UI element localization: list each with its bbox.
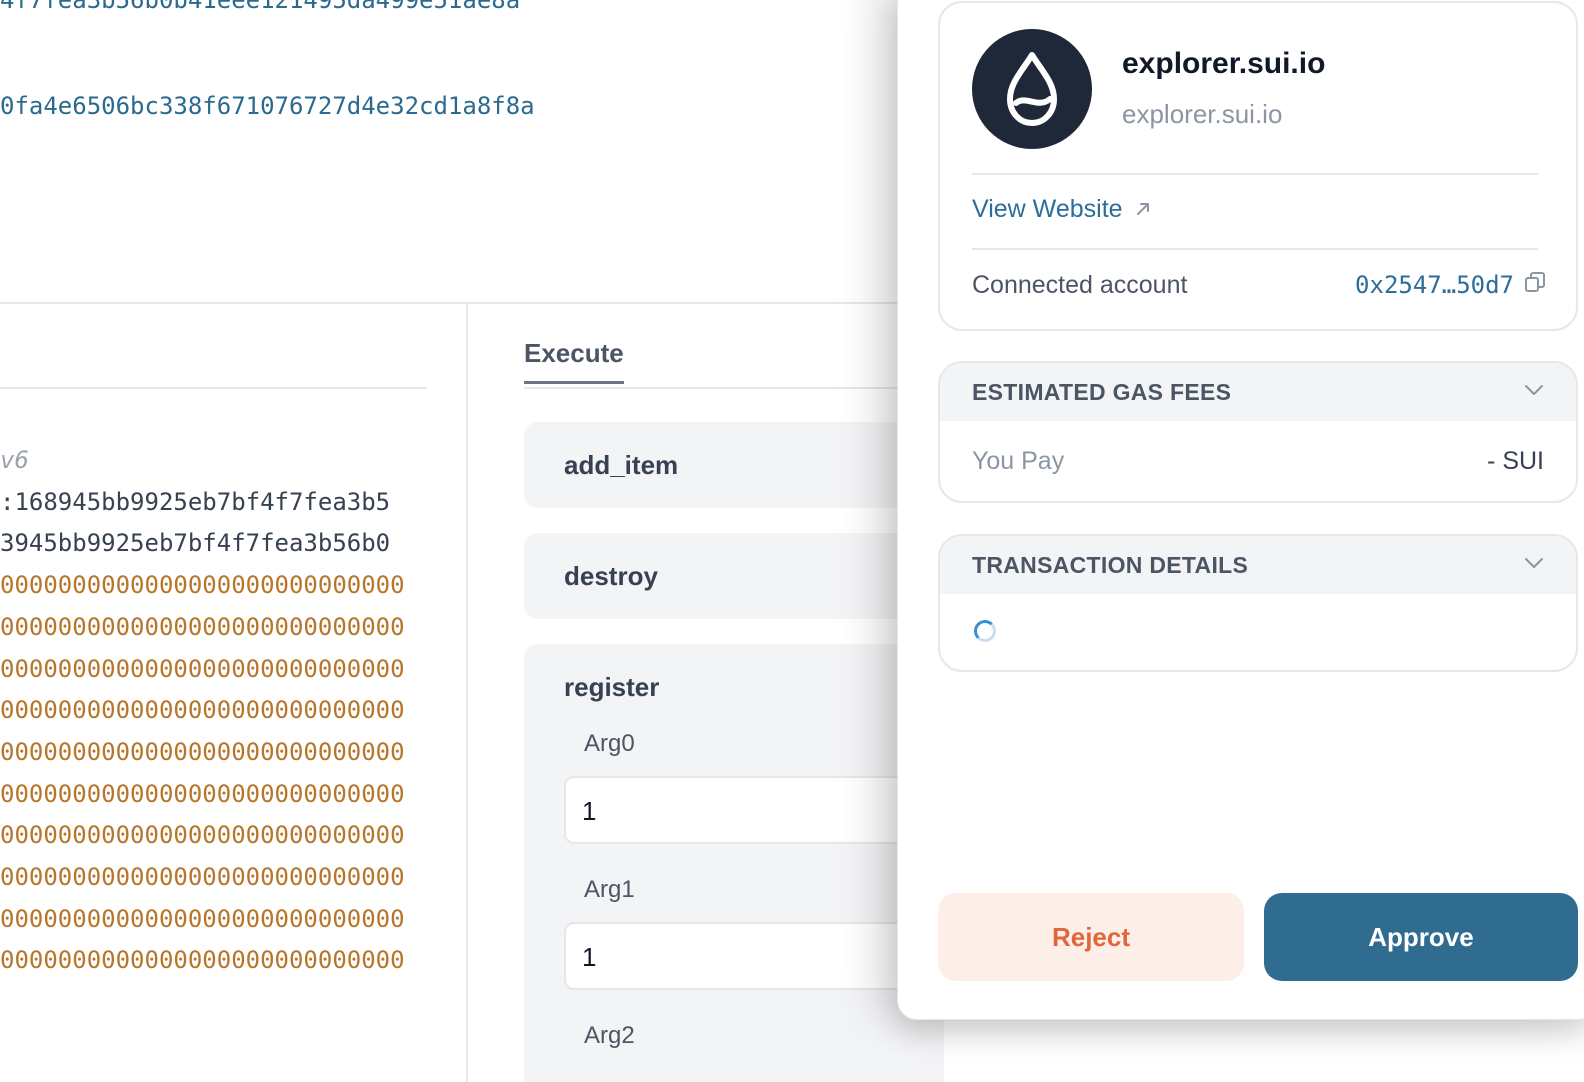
copy-icon[interactable] [1524,271,1546,299]
site-title: explorer.sui.io [1122,47,1326,80]
code-line: 3945bb9925eb7bf4f7fea3b56b0 [0,529,391,558]
code-line: 0000000000000000000000000000 [0,612,405,641]
code-line: 0000000000000000000000000000 [0,863,405,892]
you-pay-row: You Pay - SUI [940,421,1576,476]
function-card-add-item[interactable]: add_item [524,422,944,508]
function-name: register [564,672,660,702]
left-tab-underline [0,387,427,389]
site-domain: explorer.sui.io [1122,99,1283,129]
arg1-label: Arg1 [584,876,635,903]
account-address: 0x2547…50d7 [1355,271,1514,299]
wallet-approval-popup: explorer.sui.io explorer.sui.io View Web… [897,0,1584,1020]
transaction-details-title: TRANSACTION DETAILS [972,551,1249,578]
bytecode-panel: v6 :168945bb9925eb7bf4f7fea3b5 3945bb992… [0,440,427,982]
code-line: v6 [0,446,29,474]
arg0-label: Arg0 [584,730,635,757]
site-info-card: explorer.sui.io explorer.sui.io View Web… [938,1,1578,331]
reject-button[interactable]: Reject [938,893,1244,981]
code-line: 0000000000000000000000000000 [0,821,405,850]
chevron-down-icon [1524,383,1544,401]
function-name: add_item [564,450,679,480]
view-website-link[interactable]: View Website [972,195,1151,224]
you-pay-value: - SUI [1487,447,1544,475]
code-line: 0000000000000000000000000000 [0,946,405,975]
transaction-details-section: TRANSACTION DETAILS [938,534,1578,672]
tab-execute[interactable]: Execute [524,338,624,384]
you-pay-label: You Pay [972,447,1065,475]
code-line: 0000000000000000000000000000 [0,654,405,683]
code-line: 0000000000000000000000000000 [0,571,405,600]
function-card-register: register Arg0 1 Arg1 1 Arg2 [524,644,964,1082]
estimated-gas-fees-section: ESTIMATED GAS FEES You Pay - SUI [938,361,1578,503]
execute-tab-underline [524,387,924,389]
code-line: 0000000000000000000000000000 [0,696,405,725]
function-card-destroy[interactable]: destroy [524,533,944,619]
approve-button[interactable]: Approve [1264,893,1578,981]
gas-fees-title: ESTIMATED GAS FEES [972,378,1232,405]
code-line: 0000000000000000000000000000 [0,904,405,933]
code-line: 0000000000000000000000000000 [0,737,405,766]
column-divider [466,304,468,1082]
object-hash-second[interactable]: 0fa4e6506bc338f671076727d4e32cd1a8f8a [0,92,535,120]
external-link-icon [1135,195,1151,224]
chevron-down-icon [1524,556,1544,574]
object-hash-top[interactable]: 4f7fea3b56b0b41eee121495da499e51ae8a [0,0,520,14]
connected-account-address[interactable]: 0x2547…50d7 [1355,271,1546,299]
code-line: 0000000000000000000000000000 [0,779,405,808]
divider [972,173,1538,175]
transaction-details-header[interactable]: TRANSACTION DETAILS [940,536,1576,594]
code-line: :168945bb9925eb7bf4f7fea3b5 [0,487,391,516]
sui-logo-icon [972,29,1092,149]
function-name: destroy [564,561,658,591]
divider [972,248,1538,250]
view-website-label: View Website [972,195,1123,223]
connected-account-label: Connected account [972,271,1188,299]
loading-spinner-icon [974,620,996,642]
gas-fees-header[interactable]: ESTIMATED GAS FEES [940,363,1576,421]
arg2-label: Arg2 [584,1022,635,1049]
